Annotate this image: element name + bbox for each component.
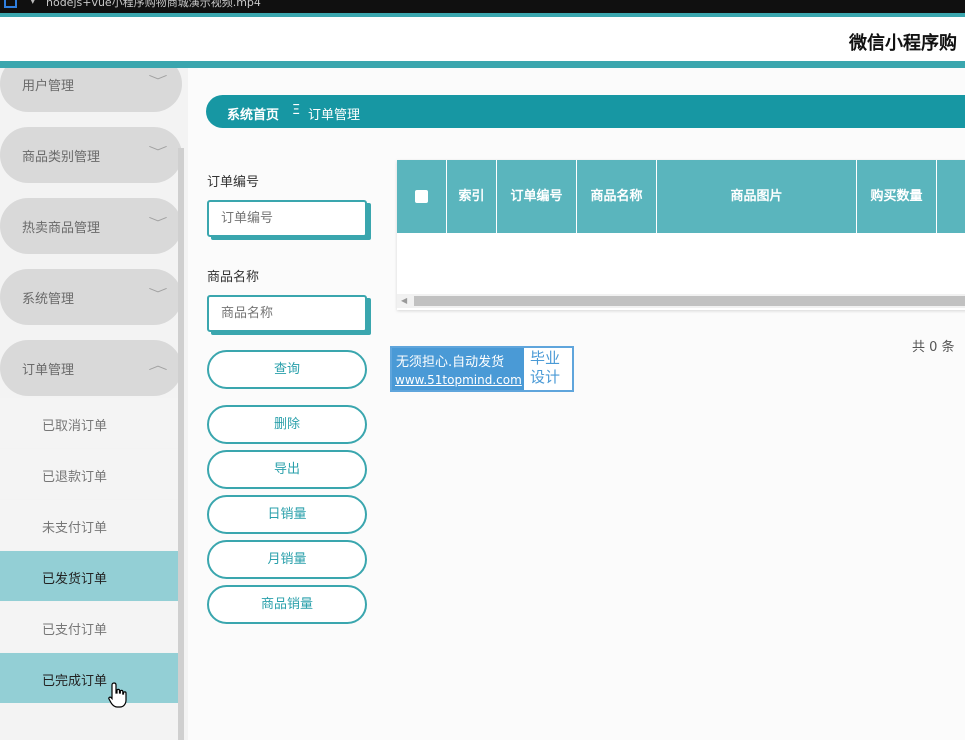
sidebar-menu-orders[interactable]: 订单管理 ︿ — [0, 340, 182, 396]
product-name-label: 商品名称 — [207, 270, 260, 285]
sidebar-item-refunded-orders[interactable]: 已退款订单 — [0, 449, 182, 499]
hand-cursor-icon — [108, 682, 127, 708]
delete-button[interactable]: 删除 — [207, 405, 367, 444]
daily-sales-button[interactable]: 日销量 — [207, 495, 367, 534]
export-button[interactable]: 导出 — [207, 450, 367, 489]
table-header: 索引 订单编号 商品名称 商品图片 购买数量 — [397, 160, 965, 233]
query-button[interactable]: 查询 — [207, 350, 367, 389]
table-horizontal-scrollbar[interactable]: ◀ — [397, 294, 965, 308]
system-title: 微信小程序购 — [849, 33, 957, 54]
watermark-slogan: 无须担心.自动发货 — [396, 355, 505, 370]
sidebar-menu-hot-products[interactable]: 热卖商品管理 ﹀ — [0, 198, 182, 254]
header-select-all[interactable] — [397, 160, 447, 233]
app-header: 微信小程序购 — [0, 17, 965, 61]
caret-down-icon: ▾ — [30, 0, 36, 7]
breadcrumb-current: 订单管理 — [308, 108, 361, 123]
chevron-down-icon: ﹀ — [148, 74, 168, 88]
chevron-down-icon: ﹀ — [148, 287, 168, 301]
pagination-total: 共 0 条 — [912, 340, 955, 355]
sidebar-item-label: 未支付订单 — [42, 521, 108, 536]
orders-table: 索引 订单编号 商品名称 商品图片 购买数量 ◀ — [397, 160, 965, 310]
header-order-no: 订单编号 — [497, 160, 577, 233]
chevron-up-icon: ︿ — [148, 358, 168, 372]
sidebar: 用户管理 ﹀ 商品类别管理 ﹀ 热卖商品管理 ﹀ 系统管理 ﹀ 订单管理 ︿ 已… — [0, 68, 188, 740]
window-filename: nodejs+vue小程序购物商城演示视频.mp4 — [46, 0, 261, 9]
sidebar-item-label: 已取消订单 — [42, 419, 108, 434]
breadcrumb-home-link[interactable]: 系统首页 — [227, 104, 279, 123]
order-no-field-wrap — [207, 200, 371, 240]
product-sales-button[interactable]: 商品销量 — [207, 585, 367, 624]
scrollbar-thumb[interactable] — [414, 296, 965, 306]
watermark-banner: 无须担心.自动发货 www.51topmind.com 毕业设计 — [390, 346, 574, 392]
header-accent-bar — [0, 61, 965, 68]
product-name-input[interactable] — [207, 295, 367, 332]
select-all-checkbox[interactable] — [415, 190, 428, 203]
sidebar-menu-label: 用户管理 — [22, 79, 75, 94]
header-index: 索引 — [447, 160, 497, 233]
sidebar-item-shipped-orders[interactable]: 已发货订单 — [0, 551, 182, 601]
watermark-tag: 毕业设计 — [530, 349, 561, 386]
sidebar-item-paid-orders[interactable]: 已支付订单 — [0, 602, 182, 652]
sidebar-menu-label: 商品类别管理 — [22, 150, 101, 165]
monthly-sales-button[interactable]: 月销量 — [207, 540, 367, 579]
chevron-down-icon: ﹀ — [148, 216, 168, 230]
product-name-field-wrap — [207, 295, 371, 335]
sidebar-item-label: 已发货订单 — [42, 572, 108, 587]
order-no-input[interactable] — [207, 200, 367, 237]
sidebar-menu-label: 系统管理 — [22, 292, 75, 307]
sidebar-item-unpaid-orders[interactable]: 未支付订单 — [0, 500, 182, 550]
sidebar-menu-user[interactable]: 用户管理 ﹀ — [0, 68, 182, 112]
header-quantity: 购买数量 — [857, 160, 937, 233]
sidebar-item-label: 已支付订单 — [42, 623, 108, 638]
sidebar-item-completed-orders[interactable]: 已完成订单 — [0, 653, 182, 703]
watermark-left: 无须担心.自动发货 www.51topmind.com — [392, 348, 524, 390]
header-product-name: 商品名称 — [577, 160, 657, 233]
window-icon — [4, 0, 17, 8]
order-no-label: 订单编号 — [207, 175, 260, 190]
scroll-left-icon[interactable]: ◀ — [401, 296, 407, 305]
sidebar-item-label: 已完成订单 — [42, 674, 108, 689]
watermark-url: www.51topmind.com — [395, 373, 522, 387]
breadcrumb: 系统首页 Ξ 订单管理 — [206, 95, 965, 128]
sidebar-menu-category[interactable]: 商品类别管理 ﹀ — [0, 127, 182, 183]
breadcrumb-separator-icon: Ξ — [292, 103, 301, 118]
sidebar-menu-system[interactable]: 系统管理 ﹀ — [0, 269, 182, 325]
window-titlebar: ▾ nodejs+vue小程序购物商城演示视频.mp4 — [0, 0, 965, 13]
chevron-down-icon: ﹀ — [148, 145, 168, 159]
sidebar-menu-label: 订单管理 — [22, 363, 75, 378]
sidebar-scrollbar[interactable] — [178, 148, 184, 740]
sidebar-item-label: 已退款订单 — [42, 470, 108, 485]
main-content: 系统首页 Ξ 订单管理 订单编号 商品名称 查询 删除 导出 日销量 月销量 商… — [188, 68, 965, 740]
sidebar-item-cancelled-orders[interactable]: 已取消订单 — [0, 398, 182, 448]
header-product-image: 商品图片 — [657, 160, 857, 233]
sidebar-menu-label: 热卖商品管理 — [22, 221, 101, 236]
